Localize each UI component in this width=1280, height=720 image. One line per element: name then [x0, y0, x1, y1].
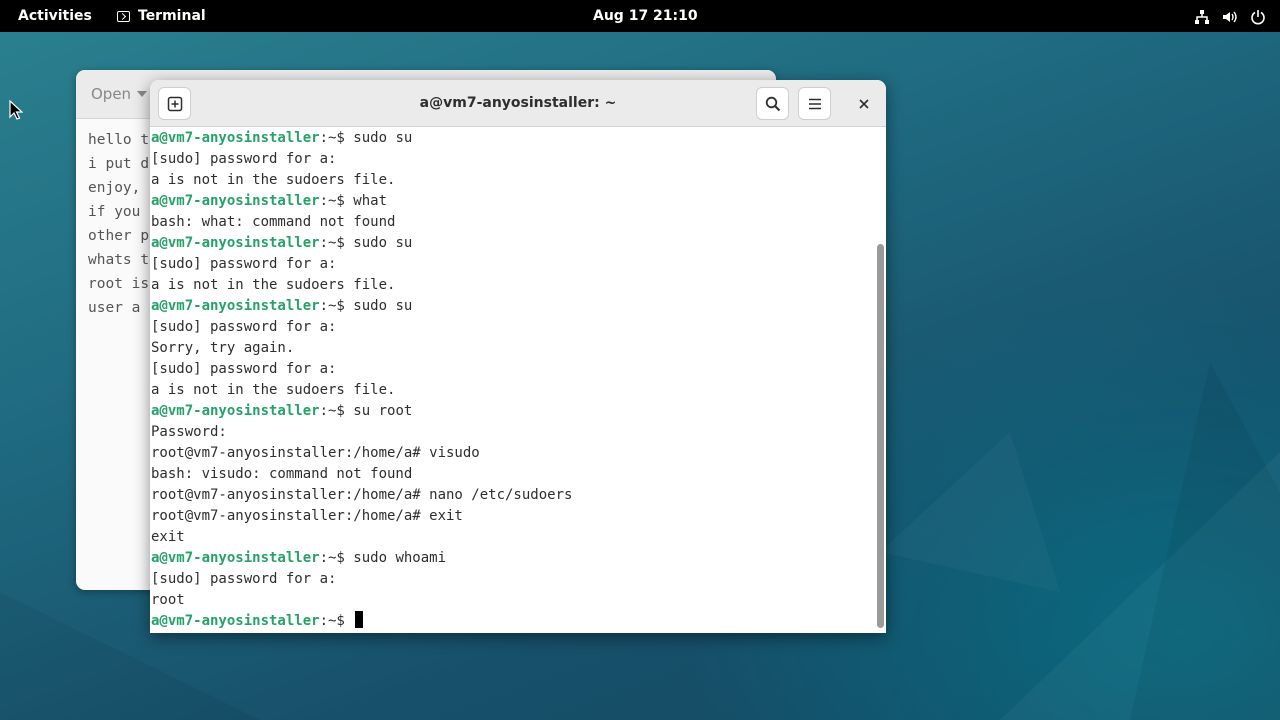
output-text: bash: visudo: command not found	[151, 466, 413, 482]
output-text: root@vm7-anyosinstaller:/home/a# visudo	[151, 445, 480, 461]
output-text: root@vm7-anyosinstaller:/home/a# nano /e…	[151, 487, 573, 503]
command-text: sudo su	[353, 130, 413, 146]
terminal-line: exit	[151, 527, 873, 548]
scrollbar[interactable]	[877, 244, 884, 628]
command-text: sudo su	[353, 298, 413, 314]
terminal-line: a@vm7-anyosinstaller:~$ sudo whoami	[151, 548, 873, 569]
prompt-user: a@vm7-anyosinstaller	[151, 613, 320, 629]
network-icon[interactable]	[1194, 9, 1209, 24]
prompt-user: a@vm7-anyosinstaller	[151, 298, 320, 314]
terminal-line: [sudo] password for a:	[151, 149, 873, 170]
output-text: a is not in the sudoers file.	[151, 277, 396, 293]
open-label: Open	[91, 85, 132, 103]
editor-text-area[interactable]: hello t i put d enjoy, if you other p wh…	[88, 128, 149, 320]
prompt-suffix: :~$	[319, 235, 354, 251]
output-text: Sorry, try again.	[151, 340, 295, 356]
output-text: [sudo] password for a:	[151, 361, 337, 377]
clock[interactable]: Aug 17 21:10	[593, 0, 698, 32]
prompt-suffix: :~$	[319, 403, 354, 419]
terminal-line: a@vm7-anyosinstaller:~$ what	[151, 191, 873, 212]
terminal-line: a@vm7-anyosinstaller:~$ sudo su	[151, 128, 873, 149]
output-text: exit	[151, 529, 185, 545]
open-button[interactable]: Open	[91, 85, 148, 103]
editor-line: if you	[88, 204, 141, 220]
terminal-line: bash: what: command not found	[151, 212, 873, 233]
terminal-line: root@vm7-anyosinstaller:/home/a# nano /e…	[151, 485, 873, 506]
editor-line: root is	[88, 276, 150, 292]
output-text: bash: what: command not found	[151, 214, 396, 230]
terminal-line: a@vm7-anyosinstaller:~$ sudo su	[151, 296, 873, 317]
new-tab-icon	[167, 96, 182, 111]
output-text: a is not in the sudoers file.	[151, 382, 396, 398]
menu-button[interactable]	[798, 87, 831, 120]
power-icon[interactable]	[1250, 9, 1265, 25]
editor-line: i put d	[88, 156, 150, 172]
output-text: [sudo] password for a:	[151, 256, 337, 272]
output-text: root@vm7-anyosinstaller:/home/a# exit	[151, 508, 463, 524]
search-button[interactable]	[756, 87, 789, 120]
terminal-line: a is not in the sudoers file.	[151, 170, 873, 191]
output-text: [sudo] password for a:	[151, 151, 337, 167]
terminal-window[interactable]: a@vm7-anyosinstaller: ~ a@vm7-anyosinsta…	[150, 80, 886, 633]
terminal-line: root@vm7-anyosinstaller:/home/a# exit	[151, 506, 873, 527]
terminal-line: a is not in the sudoers file.	[151, 380, 873, 401]
command-text: what	[353, 193, 388, 209]
prompt-user: a@vm7-anyosinstaller	[151, 235, 320, 251]
terminal-line: root@vm7-anyosinstaller:/home/a# visudo	[151, 443, 873, 464]
output-text: [sudo] password for a:	[151, 319, 337, 335]
terminal-line: [sudo] password for a:	[151, 359, 873, 380]
terminal-output[interactable]: a@vm7-anyosinstaller:~$ sudo su [sudo] pa…	[151, 128, 873, 633]
prompt-suffix: :~$	[319, 193, 354, 209]
prompt-user: a@vm7-anyosinstaller	[151, 403, 320, 419]
system-tray[interactable]	[1194, 0, 1265, 32]
terminal-line: a is not in the sudoers file.	[151, 275, 873, 296]
editor-line: whats t	[88, 252, 150, 268]
command-text: sudo whoami	[353, 550, 447, 566]
chevron-down-icon	[137, 91, 148, 97]
app-name: Terminal	[138, 8, 206, 24]
command-text: su root	[353, 403, 413, 419]
terminal-line: a@vm7-anyosinstaller:~$ su root	[151, 401, 873, 422]
terminal-line: [sudo] password for a:	[151, 569, 873, 590]
output-text: Password:	[151, 424, 227, 440]
prompt-suffix: :~$	[319, 550, 354, 566]
output-text: a is not in the sudoers file.	[151, 172, 396, 188]
terminal-line: Sorry, try again.	[151, 338, 873, 359]
command-text: sudo su	[353, 235, 413, 251]
editor-line: enjoy,	[88, 180, 141, 196]
volume-icon[interactable]	[1222, 9, 1237, 23]
editor-line: user a	[88, 300, 141, 316]
app-menu-terminal[interactable]: Terminal	[117, 0, 206, 32]
prompt-user: a@vm7-anyosinstaller	[151, 550, 320, 566]
new-tab-button[interactable]	[158, 87, 191, 120]
terminal-headerbar: a@vm7-anyosinstaller: ~	[150, 80, 886, 127]
prompt-suffix: :~$	[319, 613, 354, 629]
terminal-icon	[117, 10, 130, 22]
output-text: [sudo] password for a:	[151, 571, 337, 587]
prompt-user: a@vm7-anyosinstaller	[151, 193, 320, 209]
terminal-line: root	[151, 590, 873, 611]
prompt-suffix: :~$	[319, 298, 354, 314]
prompt-user: a@vm7-anyosinstaller	[151, 130, 320, 146]
search-icon	[765, 96, 780, 111]
terminal-line: a@vm7-anyosinstaller:~$ sudo su	[151, 233, 873, 254]
terminal-line: [sudo] password for a:	[151, 317, 873, 338]
activities-button[interactable]: Activities	[18, 0, 92, 32]
editor-line: hello t	[88, 132, 150, 148]
terminal-line: Password:	[151, 422, 873, 443]
terminal-line: [sudo] password for a:	[151, 254, 873, 275]
terminal-line: a@vm7-anyosinstaller:~$	[151, 611, 873, 632]
mouse-pointer-icon	[9, 99, 24, 124]
close-button[interactable]	[847, 87, 880, 120]
hamburger-icon	[808, 98, 821, 109]
prompt-suffix: :~$	[319, 130, 354, 146]
close-icon	[858, 98, 869, 109]
terminal-line: bash: visudo: command not found	[151, 464, 873, 485]
top-bar: Activities Terminal Aug 17 21:10	[0, 0, 1280, 32]
text-cursor	[355, 611, 364, 628]
output-text: root	[151, 592, 185, 608]
editor-line: other p	[88, 228, 150, 244]
